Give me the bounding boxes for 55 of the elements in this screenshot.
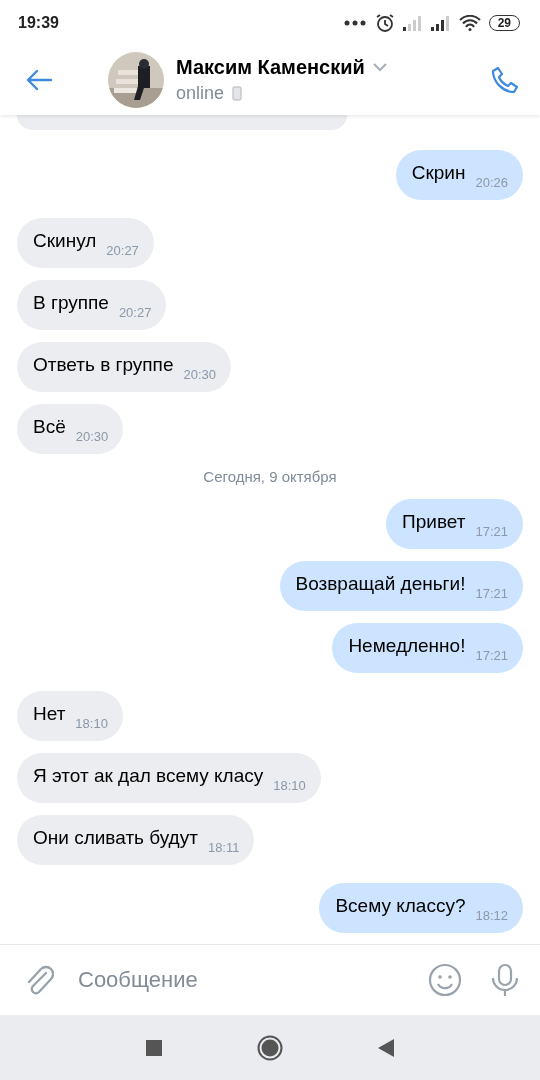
message-bubble[interactable]: Они сливать будут 18:11 <box>17 815 255 865</box>
message-time: 20:30 <box>183 366 217 382</box>
message-text: Я этот ак дал всему класу <box>33 765 264 787</box>
signal-icon <box>402 14 423 31</box>
message-text: Скинул <box>33 230 97 252</box>
message-text: Привет <box>402 511 466 533</box>
message-time: 18:10 <box>273 777 306 793</box>
home-circle-icon[interactable] <box>257 1034 283 1061</box>
back-arrow-icon[interactable] <box>26 69 52 91</box>
message-text: Возвращай деньги! <box>295 573 466 595</box>
message-bubble[interactable]: Я этот ак дал всему класу 18:10 <box>17 753 321 803</box>
message-text: В группе <box>33 292 109 314</box>
message-text: Нет <box>33 703 66 725</box>
signal-icon <box>430 14 451 31</box>
message-text: Скрин <box>411 162 466 184</box>
message-bubble[interactable]: Возвращай деньги! 17:21 <box>279 561 523 611</box>
phone-icon[interactable] <box>490 65 520 95</box>
message-bubble[interactable]: Привет 17:21 <box>386 499 523 549</box>
message-bubble[interactable]: Скрин 20:26 <box>395 150 523 200</box>
wifi-icon <box>458 14 481 31</box>
message-bubble[interactable]: В группе 20:27 <box>17 280 167 330</box>
date-separator: Сегодня, 9 октября <box>203 468 337 485</box>
message-time: 18:11 <box>207 839 240 855</box>
message-text: Немедленно! <box>348 635 466 657</box>
message-input[interactable]: Сообщение <box>76 966 414 994</box>
chevron-down-icon[interactable] <box>372 63 387 72</box>
message-bubble[interactable]: Нет 18:10 <box>17 691 123 741</box>
more-icon <box>342 18 367 27</box>
phone-device-icon <box>232 86 243 101</box>
status-time: 19:39 <box>18 13 59 32</box>
message-time: 17:21 <box>475 585 508 601</box>
message-time: 17:21 <box>475 647 508 663</box>
message-time: 20:26 <box>475 174 508 190</box>
message-bubble[interactable]: Всё 20:30 <box>17 404 124 454</box>
message-text: Ответь в группе <box>33 354 174 376</box>
online-status: online <box>176 83 225 104</box>
back-triangle-icon[interactable] <box>378 1038 394 1057</box>
message-time: 18:10 <box>75 715 108 731</box>
microphone-icon[interactable] <box>490 963 520 997</box>
contact-name[interactable]: Максим Каменский <box>176 56 365 79</box>
message-time: 18:12 <box>475 907 508 923</box>
message-time: 20:27 <box>106 242 139 258</box>
message-bubble[interactable]: Скинул 20:27 <box>17 218 154 268</box>
message-bubble[interactable]: Всему классу? 18:12 <box>319 883 523 933</box>
alarm-icon <box>374 12 395 33</box>
message-bubble[interactable]: Ответь в группе 20:30 <box>17 342 232 392</box>
message-text: Они сливать будут <box>33 827 198 849</box>
message-bubble[interactable]: Немедленно! 17:21 <box>332 623 523 673</box>
message-time: 20:27 <box>118 304 152 320</box>
smiley-icon[interactable] <box>428 963 462 997</box>
message-text: Всему классу? <box>335 895 466 917</box>
message-time: 20:30 <box>75 428 109 444</box>
message-text: Всё <box>33 416 66 438</box>
square-icon[interactable] <box>146 1039 162 1056</box>
message-time: 17:21 <box>475 523 508 539</box>
